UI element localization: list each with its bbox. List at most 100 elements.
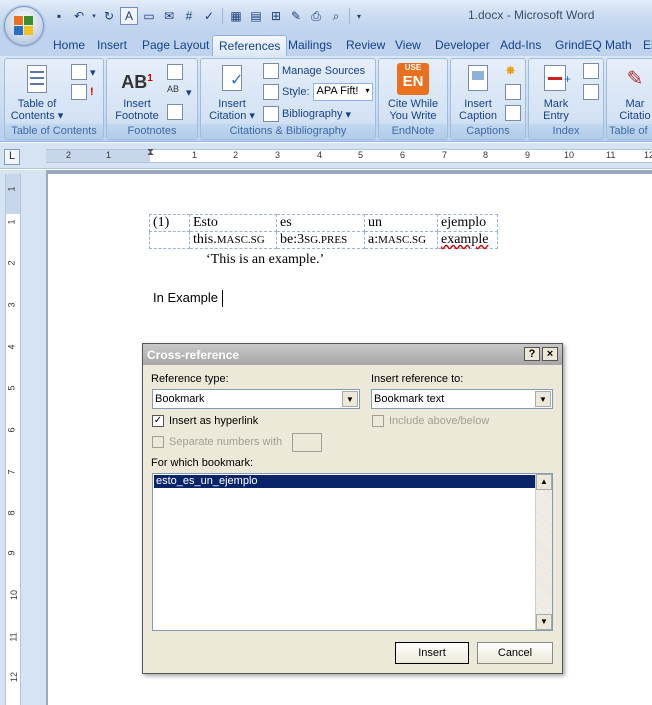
tab-selector-button[interactable]: L [4, 149, 20, 165]
insert-caption-icon [462, 63, 494, 95]
bibliography-button[interactable]: Bibliography ▾ [263, 105, 351, 123]
insert-table-of-figures-button[interactable]: ✸ [505, 62, 521, 80]
tab-references[interactable]: References [212, 35, 288, 56]
endnote-logo-top: USE [404, 63, 422, 72]
footnote-icon: AB1 [121, 72, 153, 92]
insert-citation-icon: ✓ [216, 63, 248, 95]
table-of-contents-button[interactable]: Table of Contents ▾ [7, 63, 67, 122]
insert-citation-button[interactable]: ✓ Insert Citation ▾ [204, 63, 260, 122]
ruler-number: 12 [9, 671, 20, 683]
update-figures-button[interactable] [505, 83, 521, 101]
update-table-button[interactable]: ! [71, 83, 94, 101]
manage-sources-button[interactable]: Manage Sources [263, 62, 365, 80]
ruler-number: 6 [6, 427, 17, 433]
next-footnote-button[interactable]: AB ▾ [167, 83, 192, 101]
insert-table-icon[interactable]: ▤ [247, 7, 265, 25]
customize-toolbar-icon[interactable]: ▾ [354, 7, 364, 25]
tab-mailings[interactable]: Mailings [282, 35, 338, 56]
translation-line[interactable]: ‘This is an example.’ [206, 252, 324, 268]
envelope-icon[interactable]: ✉ [160, 7, 178, 25]
cross-reference-button[interactable] [505, 104, 521, 122]
indent-marker-icon[interactable]: ⧗ [147, 147, 154, 158]
format-painter-icon[interactable]: A [120, 7, 138, 25]
group-label-citations: Citations & Bibliography [201, 124, 375, 139]
cite-while-you-write-button[interactable]: USE EN Cite While You Write [382, 63, 444, 122]
tab-grindeq-math[interactable]: GrindEQ Math [549, 35, 638, 56]
vertical-ruler-strip[interactable]: 1 1 2 3 4 5 6 7 8 9 10 11 12 [5, 174, 21, 705]
help-button[interactable]: ? [524, 347, 540, 361]
insert-button[interactable]: Insert [395, 642, 469, 664]
separate-numbers-checkbox[interactable]: Separate numbers with [152, 436, 282, 448]
table-of-figures-icon: ✸ [505, 63, 516, 78]
scroll-down-icon[interactable]: ▼ [536, 614, 552, 630]
print-icon[interactable]: ⎙ [307, 7, 325, 25]
group-endnote: USE EN Cite While You Write EndNote [378, 58, 448, 140]
tab-insert[interactable]: Insert [91, 35, 133, 56]
update-table-icon [71, 84, 87, 100]
insert-number-icon[interactable]: # [180, 7, 198, 25]
body-paragraph[interactable]: In Example [153, 290, 224, 308]
update-index-button[interactable] [583, 83, 599, 101]
ruler-strip[interactable]: 2 1 ⧗ 1 2 3 4 5 6 7 8 9 10 11 12 [46, 147, 652, 163]
close-button[interactable]: × [542, 347, 558, 361]
insert-footnote-button[interactable]: AB1 Insert Footnote [111, 63, 163, 122]
mark-entry-label: Mark Entry [543, 98, 569, 122]
insert-endnote-button[interactable] [167, 63, 183, 81]
open-folder-icon[interactable]: ▭ [140, 7, 158, 25]
cancel-button[interactable]: Cancel [477, 642, 553, 664]
style-icon [263, 84, 279, 100]
tab-home[interactable]: Home [47, 35, 91, 56]
style-label: Style: [282, 86, 310, 98]
show-notes-button[interactable] [167, 103, 183, 121]
save-icon[interactable]: ▪ [50, 7, 68, 25]
tab-developer[interactable]: Developer [429, 35, 496, 56]
spelling-icon[interactable]: ✓ [200, 7, 218, 25]
list-item[interactable]: esto_es_un_ejemplo [154, 475, 535, 488]
gloss-table[interactable]: (1) Esto es un ejemplo this.MASC.SG be:3… [149, 214, 498, 249]
group-label-captions: Captions [451, 124, 525, 139]
mark-entry-button[interactable]: + Mark Entry [531, 63, 581, 122]
print-preview-icon[interactable]: ⌕ [327, 7, 345, 25]
insert-as-hyperlink-checkbox[interactable]: ✓ Insert as hyperlink [152, 415, 258, 427]
cells-icon[interactable]: ⊞ [267, 7, 285, 25]
reference-type-label: Reference type: [151, 373, 229, 385]
bookmark-list[interactable]: esto_es_un_ejemplo ▲ ▼ [152, 473, 553, 631]
endnote-logo-bottom: EN [402, 73, 424, 90]
tab-review[interactable]: Review [340, 35, 391, 56]
dialog-title-bar[interactable]: Cross-reference ? × [143, 344, 562, 365]
ruler-number: 3 [6, 302, 17, 308]
mark-citation-button[interactable]: ✎ Mar Citatio [613, 63, 652, 122]
bookmark-list-scrollbar[interactable]: ▲ ▼ [535, 474, 552, 630]
insert-caption-button[interactable]: Insert Caption [453, 63, 503, 122]
cross-reference-icon [505, 105, 521, 121]
tab-add-ins[interactable]: Add-Ins [494, 35, 547, 56]
office-button[interactable] [4, 6, 44, 46]
ribbon-tabs: Home Insert Page Layout References Maili… [0, 32, 652, 56]
insert-reference-to-select[interactable]: Bookmark text ▼ [371, 389, 553, 409]
insert-as-hyperlink-label: Insert as hyperlink [169, 415, 259, 427]
insert-index-button[interactable] [583, 62, 599, 80]
ruler-number: 3 [275, 150, 281, 160]
tab-view[interactable]: View [389, 35, 427, 56]
separator-input[interactable] [292, 433, 322, 452]
style-dropdown[interactable]: APA Fift! ▾ [312, 83, 373, 101]
group-index: + Mark Entry Index [528, 58, 604, 140]
tab-page-layout[interactable]: Page Layout [136, 35, 215, 56]
redo-icon[interactable]: ↻ [100, 7, 118, 25]
tab-endnote[interactable]: En [637, 35, 652, 56]
scroll-up-icon[interactable]: ▲ [536, 474, 552, 490]
insert-citation-label: Insert Citation [209, 98, 247, 122]
ruler-number: 9 [6, 550, 17, 556]
gloss-example[interactable]: (1) Esto es un ejemplo this.MASC.SG be:3… [149, 214, 498, 249]
undo-icon[interactable]: ↶ [70, 7, 88, 25]
ruler-number: 5 [6, 385, 17, 391]
title-bar: ▪ ↶ ▾ ↻ A ▭ ✉ # ✓ ▦ ▤ ⊞ ✎ ⎙ ⌕ ▾ 1.docx -… [0, 0, 652, 46]
reference-type-select[interactable]: Bookmark ▼ [152, 389, 360, 409]
group-table-of-authorities: ✎ Mar Citatio Table of [606, 58, 652, 140]
draw-table-icon[interactable]: ✎ [287, 7, 305, 25]
group-label-toa: Table of [607, 124, 652, 139]
add-text-button[interactable]: ▾ [71, 63, 96, 81]
include-above-below-checkbox[interactable]: Include above/below [372, 415, 489, 427]
table-icon[interactable]: ▦ [227, 7, 245, 25]
undo-dropdown-icon[interactable]: ▾ [90, 7, 98, 25]
